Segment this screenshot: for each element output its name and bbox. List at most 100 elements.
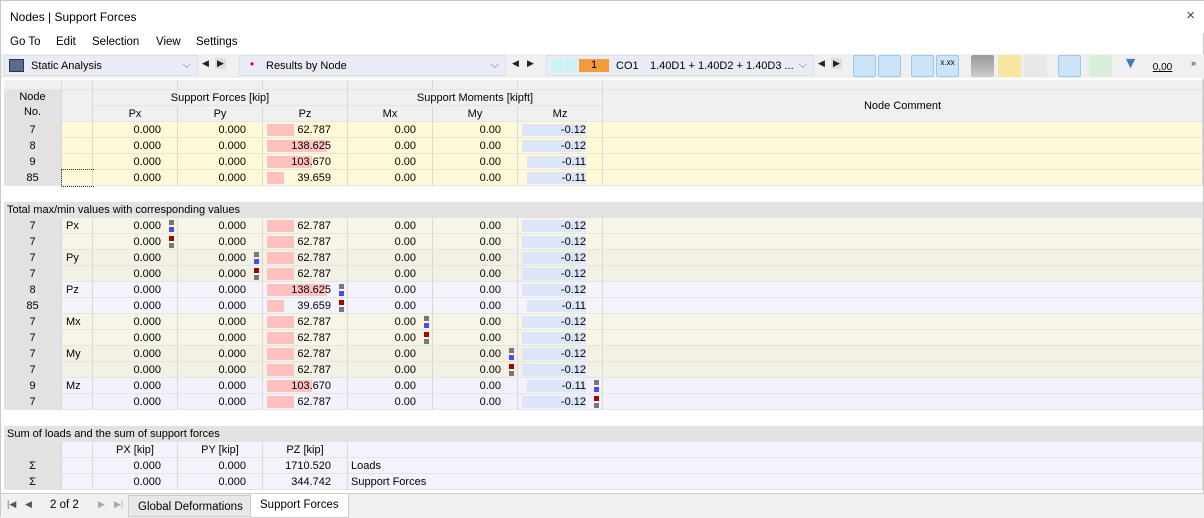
pz-cell[interactable]: 62.787: [263, 346, 348, 362]
py-cell[interactable]: 0.000: [178, 170, 263, 186]
mz-cell[interactable]: -0.12: [518, 394, 603, 410]
table-rows-icon[interactable]: [1024, 55, 1047, 77]
comment-cell[interactable]: [603, 298, 1203, 314]
mz-cell[interactable]: -0.12: [518, 330, 603, 346]
table-icon[interactable]: [971, 55, 994, 77]
mx-cell[interactable]: 0.00: [348, 346, 433, 362]
comment-cell[interactable]: [603, 250, 1203, 266]
px-cell[interactable]: 0.000: [93, 266, 178, 282]
mz-cell[interactable]: -0.11: [518, 378, 603, 394]
mx-cell[interactable]: 0.00: [348, 250, 433, 266]
my-cell[interactable]: 0.00: [433, 218, 518, 234]
my-cell[interactable]: 0.00: [433, 346, 518, 362]
comment-cell[interactable]: [603, 394, 1203, 410]
py-cell[interactable]: 0.000: [178, 234, 263, 250]
py-cell[interactable]: 0.000: [178, 330, 263, 346]
more-icon[interactable]: »: [1191, 58, 1196, 68]
py-cell[interactable]: 0.000: [178, 250, 263, 266]
mx-cell[interactable]: 0.00: [348, 266, 433, 282]
prev-page-icon[interactable]: ◀: [25, 499, 32, 510]
comment-cell[interactable]: [603, 122, 1203, 138]
px-cell[interactable]: 0.000: [93, 362, 178, 378]
prev-arrow-icon[interactable]: ◀: [818, 58, 825, 69]
table-columns-icon[interactable]: [998, 55, 1021, 77]
px-cell[interactable]: 0.000: [93, 170, 178, 186]
mz-cell[interactable]: -0.11: [518, 298, 603, 314]
menu-view[interactable]: View: [156, 36, 181, 48]
mx-cell[interactable]: 0.00: [348, 314, 433, 330]
tab-support-forces[interactable]: Support Forces: [250, 494, 349, 518]
mx-cell[interactable]: 0.00: [348, 378, 433, 394]
comment-cell[interactable]: [603, 346, 1203, 362]
mx-cell[interactable]: 0.00: [348, 282, 433, 298]
comment-cell[interactable]: [603, 378, 1203, 394]
last-page-icon[interactable]: ▶|: [114, 499, 123, 510]
px-cell[interactable]: 0.000: [93, 138, 178, 154]
py-cell[interactable]: 0.000: [178, 314, 263, 330]
menu-settings[interactable]: Settings: [196, 36, 238, 48]
my-cell[interactable]: 0.00: [433, 266, 518, 282]
pz-cell[interactable]: 62.787: [263, 362, 348, 378]
pz-cell[interactable]: 62.787: [263, 394, 348, 410]
my-cell[interactable]: 0.00: [433, 378, 518, 394]
my-cell[interactable]: 0.00: [433, 282, 518, 298]
close-icon[interactable]: ×: [1186, 7, 1195, 24]
mx-cell[interactable]: 0.00: [348, 154, 433, 170]
bar-chart-icon[interactable]: [1058, 55, 1081, 77]
pz-cell[interactable]: 62.787: [263, 330, 348, 346]
mz-cell[interactable]: -0.11: [518, 154, 603, 170]
mz-cell[interactable]: -0.12: [518, 138, 603, 154]
pz-cell[interactable]: 39.659: [263, 298, 348, 314]
px-cell[interactable]: 0.000: [93, 282, 178, 298]
my-cell[interactable]: 0.00: [433, 122, 518, 138]
mz-cell[interactable]: -0.12: [518, 266, 603, 282]
filter-icon[interactable]: ▼: [1119, 55, 1142, 77]
px-cell[interactable]: 0.000: [93, 314, 178, 330]
px-cell[interactable]: 0.000: [93, 394, 178, 410]
pz-cell[interactable]: 103.670: [263, 154, 348, 170]
prev-arrow-icon[interactable]: ◀: [202, 58, 209, 69]
px-cell[interactable]: 0.000: [93, 122, 178, 138]
mz-cell[interactable]: -0.11: [518, 170, 603, 186]
menu-selection[interactable]: Selection: [92, 36, 139, 48]
mz-cell[interactable]: -0.12: [518, 346, 603, 362]
menu-edit[interactable]: Edit: [56, 36, 76, 48]
mz-cell[interactable]: -0.12: [518, 122, 603, 138]
mz-cell[interactable]: -0.12: [518, 314, 603, 330]
mx-cell[interactable]: 0.00: [348, 362, 433, 378]
mx-cell[interactable]: 0.00: [348, 122, 433, 138]
my-cell[interactable]: 0.00: [433, 330, 518, 346]
py-cell[interactable]: 0.000: [178, 394, 263, 410]
my-cell[interactable]: 0.00: [433, 138, 518, 154]
my-cell[interactable]: 0.00: [433, 314, 518, 330]
mz-cell[interactable]: -0.12: [518, 218, 603, 234]
mx-cell[interactable]: 0.00: [348, 234, 433, 250]
mz-cell[interactable]: -0.12: [518, 282, 603, 298]
my-cell[interactable]: 0.00: [433, 362, 518, 378]
mx-cell[interactable]: 0.00: [348, 170, 433, 186]
comment-cell[interactable]: [603, 282, 1203, 298]
mx-cell[interactable]: 0.00: [348, 330, 433, 346]
my-cell[interactable]: 0.00: [433, 170, 518, 186]
py-cell[interactable]: 0.000: [178, 266, 263, 282]
pz-cell[interactable]: 39.659: [263, 170, 348, 186]
py-cell[interactable]: 0.000: [178, 122, 263, 138]
pz-cell[interactable]: 103.670: [263, 378, 348, 394]
menu-go-to[interactable]: Go To: [10, 36, 40, 48]
comment-cell[interactable]: [603, 314, 1203, 330]
pz-cell[interactable]: 62.787: [263, 122, 348, 138]
select-back-icon[interactable]: [853, 55, 876, 77]
mx-cell[interactable]: 0.00: [348, 394, 433, 410]
show-results-icon[interactable]: [911, 55, 934, 77]
pz-cell[interactable]: 62.787: [263, 266, 348, 282]
py-cell[interactable]: 0.000: [178, 138, 263, 154]
mx-cell[interactable]: 0.00: [348, 218, 433, 234]
comment-cell[interactable]: [603, 362, 1203, 378]
py-cell[interactable]: 0.000: [178, 378, 263, 394]
tab-global-deformations[interactable]: Global Deformations: [128, 495, 253, 517]
comment-cell[interactable]: [603, 218, 1203, 234]
decimals-icon[interactable]: 0,00: [1151, 55, 1174, 77]
pz-cell[interactable]: 62.787: [263, 250, 348, 266]
results-dropdown[interactable]: • Results by Node ⌵: [239, 55, 506, 76]
my-cell[interactable]: 0.00: [433, 250, 518, 266]
